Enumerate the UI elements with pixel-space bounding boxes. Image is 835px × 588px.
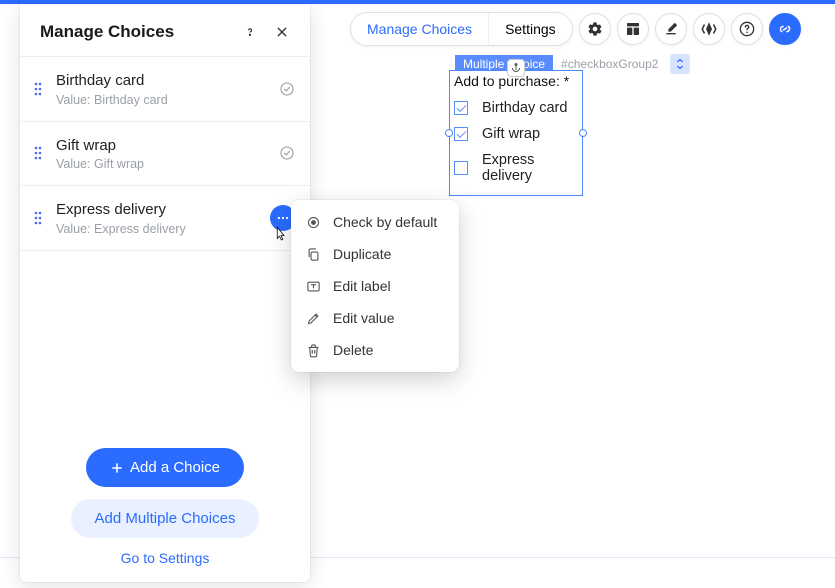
- choice-value: Value: Gift wrap: [56, 157, 278, 171]
- menu-item-label: Check by default: [333, 214, 437, 230]
- copy-icon: [305, 246, 321, 262]
- panel-title: Manage Choices: [40, 22, 228, 42]
- drag-handle-icon[interactable]: [32, 146, 44, 160]
- menu-check-by-default[interactable]: Check by default: [291, 206, 459, 238]
- choice-label: Birthday card: [56, 71, 278, 91]
- help-icon[interactable]: [240, 22, 260, 42]
- resize-handle-right[interactable]: [579, 129, 587, 137]
- checked-default-icon[interactable]: [278, 144, 296, 162]
- toolbar-pill-group: Manage Choices Settings: [350, 12, 573, 46]
- drag-handle-icon[interactable]: [32, 211, 44, 225]
- help-icon[interactable]: [731, 13, 763, 45]
- menu-edit-value[interactable]: Edit value: [291, 302, 459, 334]
- menu-duplicate[interactable]: Duplicate: [291, 238, 459, 270]
- choice-row[interactable]: Birthday card Value: Birthday card: [20, 57, 310, 122]
- editor-toolbar: Manage Choices Settings: [350, 12, 801, 46]
- checkbox-icon[interactable]: [454, 161, 468, 175]
- menu-item-label: Edit label: [333, 278, 391, 294]
- connect-icon[interactable]: [769, 13, 801, 45]
- drag-handle-icon[interactable]: [32, 82, 44, 96]
- choice-value: Value: Express delivery: [56, 222, 270, 236]
- checkbox-option-label: Birthday card: [482, 100, 567, 116]
- checkbox-group-component[interactable]: Add to purchase: * Birthday card Gift wr…: [449, 70, 583, 196]
- manage-choices-panel: Manage Choices Birthday card Value: Birt…: [20, 4, 310, 582]
- checked-default-icon[interactable]: [278, 80, 296, 98]
- menu-edit-label[interactable]: Edit label: [291, 270, 459, 302]
- tab-settings[interactable]: Settings: [488, 13, 572, 45]
- checkbox-option[interactable]: Birthday card: [454, 95, 576, 121]
- choice-label: Express delivery: [56, 200, 270, 220]
- add-choice-button[interactable]: Add a Choice: [86, 448, 244, 487]
- menu-item-label: Duplicate: [333, 246, 391, 262]
- menu-item-label: Edit value: [333, 310, 394, 326]
- resize-handle-left[interactable]: [445, 129, 453, 137]
- close-icon[interactable]: [272, 22, 292, 42]
- trash-icon: [305, 342, 321, 358]
- choice-value: Value: Birthday card: [56, 93, 278, 107]
- pencil-icon: [305, 310, 321, 326]
- anchor-icon[interactable]: [507, 59, 525, 77]
- text-icon: [305, 278, 321, 294]
- animation-icon[interactable]: [693, 13, 725, 45]
- checkbox-option[interactable]: Gift wrap: [454, 121, 576, 147]
- tab-manage-choices[interactable]: Manage Choices: [351, 13, 488, 45]
- checkbox-icon[interactable]: [454, 127, 468, 141]
- add-multiple-choices-button[interactable]: Add Multiple Choices: [71, 499, 260, 538]
- checkbox-option-label: Gift wrap: [482, 126, 540, 142]
- choice-row[interactable]: Gift wrap Value: Gift wrap: [20, 122, 310, 187]
- component-tag-action-icon[interactable]: [670, 54, 690, 74]
- choice-label: Gift wrap: [56, 136, 278, 156]
- checkbox-option-label: Express delivery: [482, 152, 576, 184]
- choice-row[interactable]: Express delivery Value: Express delivery: [20, 186, 310, 250]
- layout-icon[interactable]: [617, 13, 649, 45]
- brush-icon[interactable]: [655, 13, 687, 45]
- choices-list: Birthday card Value: Birthday card Gift …: [20, 56, 310, 251]
- checkbox-option[interactable]: Express delivery: [454, 147, 576, 189]
- radio-icon: [305, 214, 321, 230]
- checkbox-icon[interactable]: [454, 101, 468, 115]
- go-to-settings-link[interactable]: Go to Settings: [121, 550, 210, 566]
- menu-delete[interactable]: Delete: [291, 334, 459, 366]
- settings-icon[interactable]: [579, 13, 611, 45]
- choice-context-menu: Check by default Duplicate Edit label Ed…: [291, 200, 459, 372]
- menu-item-label: Delete: [333, 342, 373, 358]
